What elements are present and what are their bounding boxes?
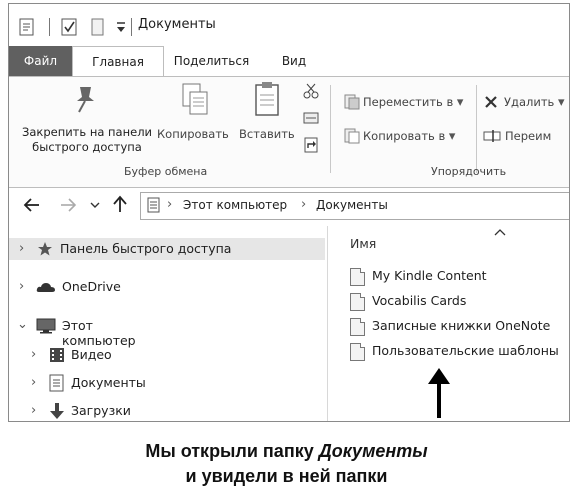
sort-ascending-icon[interactable]: [494, 228, 506, 236]
chevron-down-icon: ▾: [456, 95, 464, 110]
caption-line-1: Мы открыли папку Документы: [145, 441, 428, 461]
rename-button[interactable]: Переим: [505, 129, 551, 143]
copy-path-icon[interactable]: [303, 111, 319, 125]
window-title: Документы: [138, 17, 216, 32]
rename-icon: [483, 130, 501, 142]
ribbon-tabs: Файл Главная Поделиться Вид: [9, 46, 569, 77]
move-to-button[interactable]: Переместить в ▾: [363, 95, 463, 110]
chevron-right-icon[interactable]: ›: [31, 347, 36, 362]
pin-to-quick-access-button[interactable]: Закрепить на панели быстрого доступа: [15, 125, 159, 155]
ribbon: Закрепить на панели быстрого доступа Коп…: [9, 76, 569, 188]
ribbon-divider: [330, 85, 331, 173]
tab-view[interactable]: Вид: [271, 46, 317, 76]
chevron-right-icon[interactable]: ›: [19, 279, 24, 294]
computer-icon: [36, 318, 56, 334]
copy-to-button[interactable]: Копировать в ▾: [363, 129, 455, 144]
tab-share[interactable]: Поделиться: [164, 46, 259, 76]
organize-group-label: Упорядочить: [431, 165, 507, 178]
cut-icon[interactable]: [303, 83, 319, 99]
copy-to-icon: [344, 128, 360, 144]
back-arrow-icon[interactable]: [23, 198, 41, 212]
ribbon-divider: [476, 85, 477, 173]
up-arrow-annotation-icon: [428, 368, 450, 418]
folder-icon: [350, 293, 365, 311]
cloud-icon: [36, 283, 55, 292]
folder-icon: [350, 318, 365, 336]
star-icon: [38, 242, 52, 256]
delete-icon: [485, 96, 497, 108]
move-to-icon: [344, 94, 360, 110]
breadcrumb-separator: ›: [167, 197, 173, 212]
chevron-right-icon[interactable]: ›: [31, 375, 36, 390]
paste-button[interactable]: Вставить: [239, 127, 295, 141]
pin-icon: [77, 87, 94, 113]
checkmark-icon[interactable]: [61, 18, 79, 36]
copy-icon: [182, 83, 208, 115]
new-folder-icon[interactable]: [91, 18, 105, 36]
paste-shortcut-icon[interactable]: [304, 137, 318, 153]
customize-toolbar-icon[interactable]: [115, 18, 127, 36]
chevron-down-icon: ▾: [557, 95, 565, 110]
address-bar[interactable]: › Этот компьютер › Документы: [140, 192, 569, 220]
tab-file[interactable]: Файл: [9, 46, 72, 76]
title-bar: Документы: [9, 4, 569, 44]
chevron-down-icon: ▾: [448, 129, 456, 144]
folder-icon: [350, 343, 365, 361]
navigation-pane: › Панель быстрого доступа › OneDrive ⌄ Э…: [9, 230, 327, 421]
nav-item-quick-access[interactable]: › Панель быстрого доступа: [9, 238, 325, 260]
breadcrumb-this-pc[interactable]: Этот компьютер: [183, 198, 287, 212]
recent-locations-icon[interactable]: [90, 201, 100, 209]
separator: [131, 18, 132, 36]
delete-button[interactable]: Удалить ▾: [504, 95, 565, 110]
chevron-right-icon[interactable]: ›: [19, 241, 24, 256]
documents-icon: [147, 197, 160, 213]
file-list: Имя My Kindle Content Vocabilis Cards За…: [327, 226, 569, 421]
clipboard-group-label: Буфер обмена: [124, 165, 208, 178]
chevron-right-icon[interactable]: ›: [31, 403, 36, 418]
breadcrumb-documents[interactable]: Документы: [316, 198, 388, 212]
caption-line-2: и увидели в ней папки: [185, 466, 388, 486]
downloads-folder-icon: [50, 403, 64, 419]
separator: [49, 18, 50, 36]
forward-arrow-icon[interactable]: [59, 198, 77, 212]
copy-button[interactable]: Копировать: [157, 127, 229, 141]
tab-home[interactable]: Главная: [72, 46, 164, 77]
breadcrumb-separator: ›: [301, 197, 307, 212]
up-arrow-icon[interactable]: [112, 195, 128, 213]
properties-icon[interactable]: [19, 18, 35, 36]
documents-folder-icon: [49, 374, 64, 392]
paste-icon: [255, 82, 279, 116]
explorer-window: Документы Файл Главная Поделиться Вид За…: [8, 3, 570, 422]
navigation-bar: › Этот компьютер › Документы: [9, 190, 569, 222]
video-folder-icon: [50, 348, 64, 362]
folder-icon: [350, 268, 365, 286]
chevron-down-icon[interactable]: ⌄: [17, 317, 28, 332]
column-header-name[interactable]: Имя: [350, 236, 376, 251]
